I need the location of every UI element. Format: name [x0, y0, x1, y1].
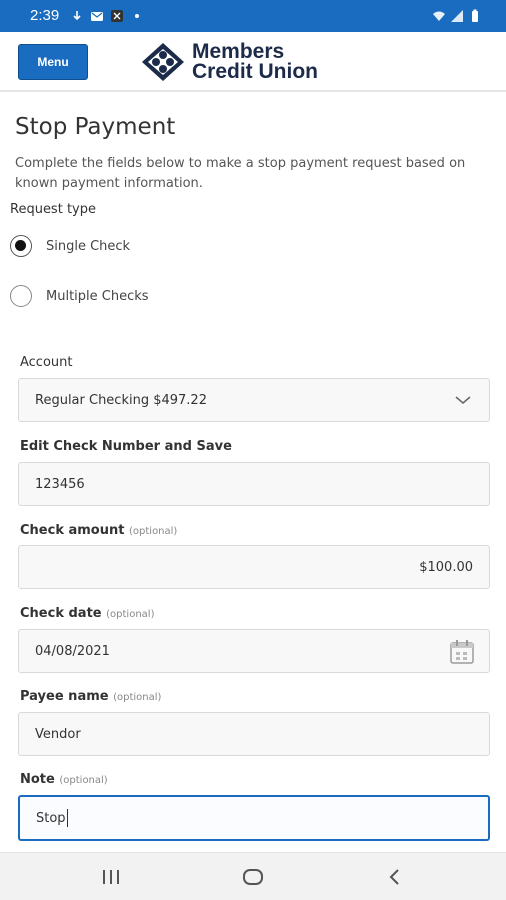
request-type-label: Request type	[10, 202, 96, 217]
note-optional: (optional)	[59, 775, 108, 786]
check-date-label: Check date (optional)	[20, 606, 154, 621]
check-date-input[interactable]: 04/08/2021	[18, 629, 490, 673]
check-amount-optional: (optional)	[129, 526, 178, 537]
recent-apps-icon	[103, 870, 119, 884]
back-icon	[389, 869, 399, 885]
system-nav-bar	[0, 852, 506, 900]
account-value: Regular Checking $497.22	[35, 392, 207, 408]
status-bar: 2:39	[0, 0, 506, 32]
note-value: Stop	[36, 810, 66, 826]
status-icons-left	[70, 9, 144, 23]
radio-button-unselected[interactable]	[10, 285, 32, 307]
check-amount-label-text: Check amount	[20, 523, 125, 538]
page-title: Stop Payment	[15, 114, 176, 140]
check-number-label: Edit Check Number and Save	[20, 439, 232, 454]
status-icons-right	[432, 9, 482, 23]
note-label: Note (optional)	[20, 772, 108, 787]
brand-logo[interactable]: Members Credit Union	[140, 40, 318, 84]
signal-icon	[451, 10, 463, 22]
note-label-text: Note	[20, 772, 55, 787]
page-description: Complete the fields below to make a stop…	[15, 156, 466, 191]
brand-line-2: Credit Union	[192, 60, 318, 83]
home-button[interactable]	[241, 865, 265, 889]
radio-label-multiple-checks[interactable]: Multiple Checks	[46, 289, 149, 304]
app-header: Menu Members Credit Union	[0, 32, 506, 92]
brand-name: Members Credit Union	[192, 40, 318, 83]
dot-icon	[135, 14, 139, 18]
radio-label-single-check[interactable]: Single Check	[46, 239, 130, 254]
credit-union-logo-icon	[142, 43, 184, 81]
payee-name-optional: (optional)	[113, 692, 162, 703]
check-amount-label: Check amount (optional)	[20, 523, 177, 538]
check-date-optional: (optional)	[106, 609, 155, 620]
check-amount-value: $100.00	[419, 559, 473, 575]
battery-icon	[472, 9, 478, 22]
app-icon	[111, 10, 123, 22]
radio-button-selected[interactable]	[10, 235, 32, 257]
mail-icon	[91, 12, 103, 21]
account-select[interactable]: Regular Checking $497.22	[18, 378, 490, 422]
wifi-icon	[433, 11, 445, 21]
payee-name-input[interactable]: Vendor	[18, 712, 490, 756]
check-number-value: 123456	[35, 476, 85, 492]
back-button[interactable]	[383, 865, 407, 889]
recent-apps-button[interactable]	[99, 865, 123, 889]
home-icon	[243, 869, 263, 885]
check-date-value: 04/08/2021	[35, 643, 110, 659]
chevron-down-icon	[455, 396, 471, 404]
payee-name-label: Payee name (optional)	[20, 689, 161, 704]
calendar-icon[interactable]	[449, 639, 475, 665]
payee-name-value: Vendor	[35, 726, 81, 742]
radio-single-check[interactable]: Single Check	[10, 235, 130, 257]
menu-button[interactable]: Menu	[18, 44, 88, 80]
check-number-input[interactable]: 123456	[18, 462, 490, 506]
payee-name-label-text: Payee name	[20, 689, 109, 704]
check-amount-input[interactable]: $100.00	[18, 545, 490, 589]
check-date-label-text: Check date	[20, 606, 102, 621]
note-input[interactable]: Stop	[18, 795, 490, 841]
account-label: Account	[20, 355, 73, 370]
status-time: 2:39	[30, 7, 60, 24]
radio-multiple-checks[interactable]: Multiple Checks	[10, 285, 149, 307]
download-icon	[73, 11, 81, 21]
text-cursor	[66, 809, 68, 827]
brand-line-1: Members	[192, 40, 285, 63]
